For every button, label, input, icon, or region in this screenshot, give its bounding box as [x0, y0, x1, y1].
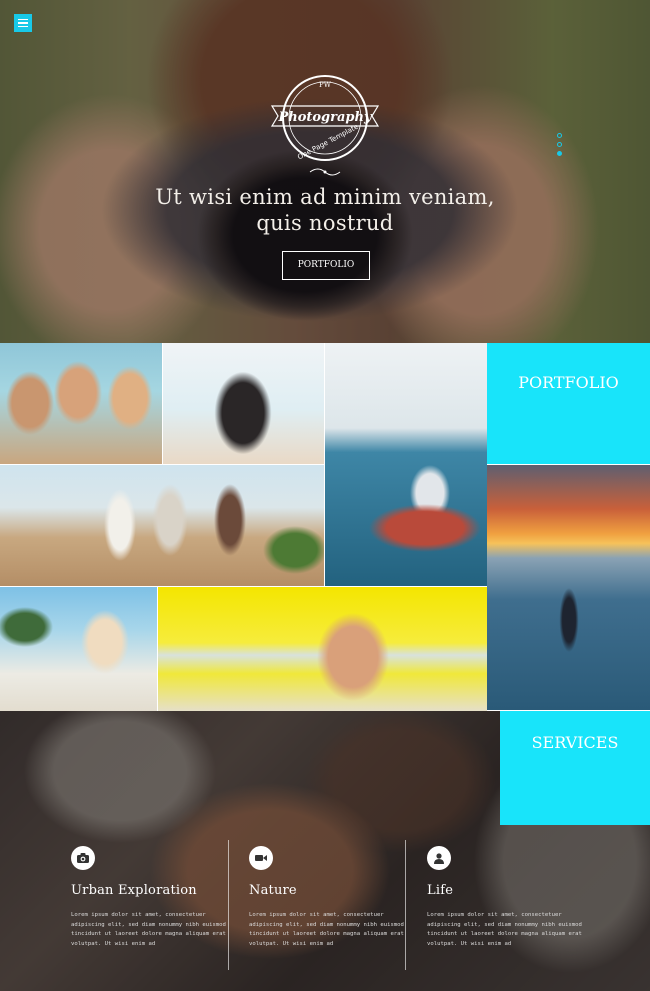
column-divider [228, 840, 229, 970]
gallery-photo-paddleboard-sunset[interactable] [487, 465, 650, 710]
gallery-photo-friends[interactable] [0, 343, 162, 464]
svg-text:One Page Template: One Page Template [296, 123, 359, 162]
svg-text:Photography: Photography [277, 110, 372, 125]
services-section: SERVICES Urban Exploration Lorem ipsum d… [0, 711, 650, 991]
gallery-photo-beach-dance[interactable] [0, 465, 324, 586]
service-urban-exploration: Urban Exploration Lorem ipsum dolor sit … [71, 846, 241, 949]
camera-icon [71, 846, 95, 870]
service-title: Life [427, 883, 454, 898]
slider-dot[interactable] [557, 142, 562, 147]
hero-section: PW Photography One Page Template Ut wisi… [0, 0, 650, 343]
services-tile[interactable]: SERVICES [500, 711, 650, 825]
service-title: Urban Exploration [71, 883, 197, 898]
gallery-photo-girl-sunglasses[interactable] [158, 587, 487, 711]
service-life: Life Lorem ipsum dolor sit amet, consect… [427, 846, 597, 949]
gallery-photo-beach-woman[interactable] [0, 587, 157, 711]
services-label: SERVICES [531, 733, 619, 752]
slider-dot-active[interactable] [557, 151, 562, 156]
svg-text:PW: PW [319, 81, 332, 89]
portfolio-gallery: PORTFOLIO [0, 343, 650, 711]
user-icon [427, 846, 451, 870]
service-nature: Nature Lorem ipsum dolor sit amet, conse… [249, 846, 419, 949]
slider-dots [557, 133, 562, 156]
hero-tagline: Ut wisi enim ad minim veniam, quis nostr… [155, 185, 495, 235]
gallery-photo-boat-couple[interactable] [325, 343, 487, 586]
menu-icon[interactable] [14, 14, 32, 32]
service-title: Nature [249, 883, 297, 898]
portfolio-label: PORTFOLIO [518, 373, 619, 392]
gallery-photo-woman-hat[interactable] [163, 343, 324, 464]
column-divider [405, 840, 406, 970]
slider-dot[interactable] [557, 133, 562, 138]
service-description: Lorem ipsum dolor sit amet, consectetuer… [427, 912, 582, 947]
portfolio-button[interactable]: PORTFOLIO [282, 251, 370, 280]
photography-logo[interactable]: PW Photography One Page Template [266, 72, 384, 180]
service-description: Lorem ipsum dolor sit amet, consectetuer… [249, 912, 404, 947]
portfolio-tile[interactable]: PORTFOLIO [487, 343, 650, 464]
video-camera-icon [249, 846, 273, 870]
service-description: Lorem ipsum dolor sit amet, consectetuer… [71, 912, 226, 947]
